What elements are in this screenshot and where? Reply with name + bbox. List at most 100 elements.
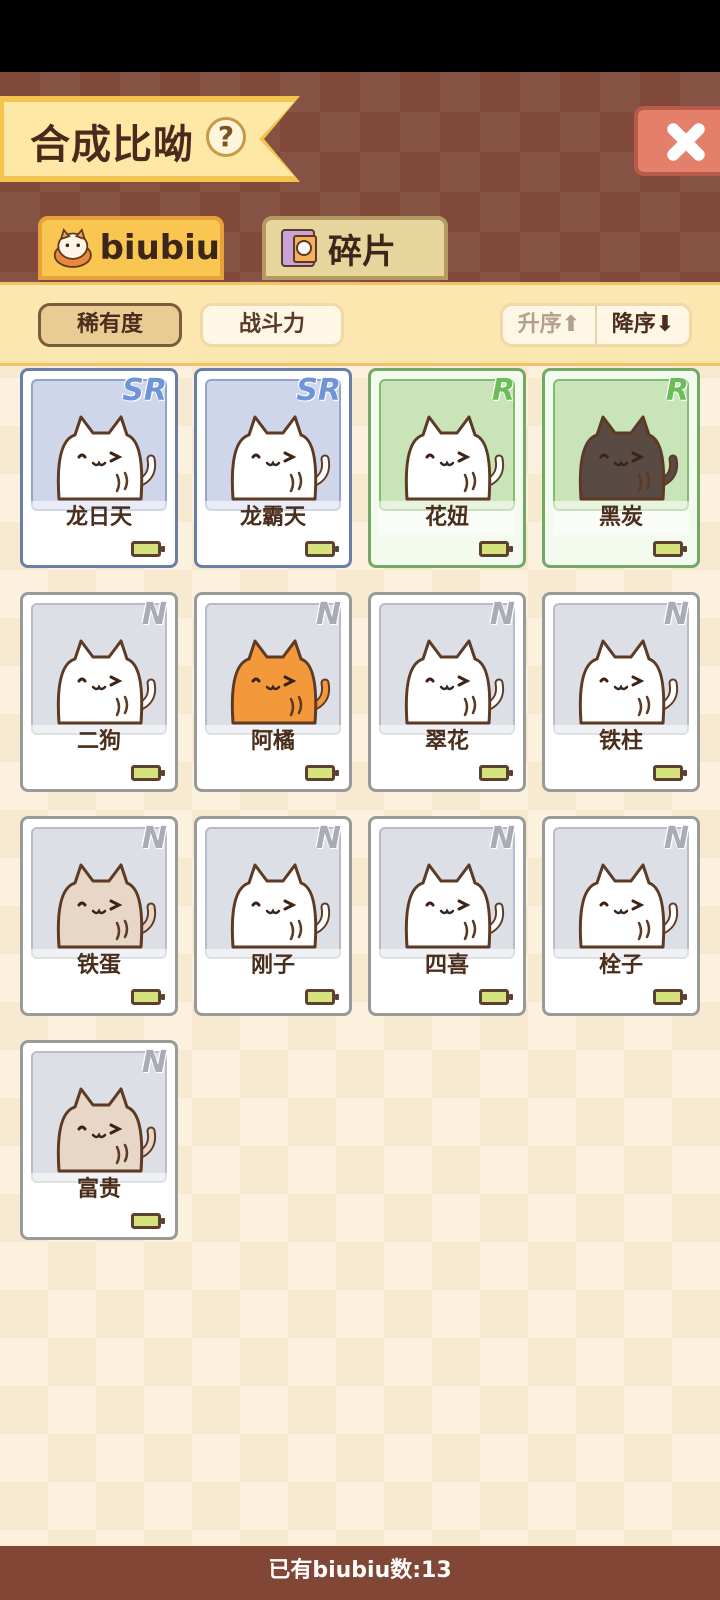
cat-icon (404, 863, 505, 949)
battery-icon (131, 1213, 165, 1229)
card-name-strip: 翠花 (379, 725, 515, 759)
battery-icon (305, 765, 339, 781)
cat-icon (578, 415, 679, 501)
sort-power-button[interactable]: 战斗力 (200, 303, 344, 347)
cat-name: 花妞 (424, 505, 469, 530)
cat-name: 龙霸天 (239, 505, 306, 530)
rarity-badge: N (141, 1045, 167, 1080)
rarity-badge: N (141, 821, 167, 856)
card-name-strip: 铁蛋 (31, 949, 167, 983)
rarity-badge: R (491, 373, 515, 408)
battery-icon (479, 541, 513, 557)
cat-card[interactable]: R 花妞 (368, 368, 526, 568)
cat-name: 黑炭 (598, 505, 643, 530)
tab-biubiu-label: biubiu (99, 228, 220, 268)
card-name-strip: 龙日天 (31, 501, 167, 535)
biubiu-count: 已有biubiu数:13 (268, 1558, 452, 1583)
cat-card[interactable]: N 富贵 (20, 1040, 178, 1240)
cat-avatar-icon (53, 228, 92, 268)
cat-icon (56, 415, 157, 501)
cat-card[interactable]: N 翠花 (368, 592, 526, 792)
descending-button[interactable]: 降序⬇ (597, 306, 689, 344)
close-button[interactable] (634, 106, 720, 176)
card-name-strip: 二狗 (31, 725, 167, 759)
cat-icon (230, 863, 331, 949)
rarity-badge: SR (122, 373, 167, 408)
battery-icon (653, 989, 687, 1005)
battery-icon (305, 541, 339, 557)
battery-icon (653, 765, 687, 781)
rarity-badge: SR (296, 373, 341, 408)
battery-icon (305, 989, 339, 1005)
cat-icon (578, 863, 679, 949)
cat-name: 刚子 (250, 953, 295, 978)
ascending-label: 升序 (517, 312, 562, 337)
card-name-strip: 富贵 (31, 1173, 167, 1207)
battery-icon (479, 989, 513, 1005)
battery-icon (131, 989, 165, 1005)
rarity-badge: N (315, 821, 341, 856)
cat-icon (230, 639, 331, 725)
rarity-badge: N (489, 597, 515, 632)
cat-card[interactable]: N 二狗 (20, 592, 178, 792)
card-name-strip: 刚子 (205, 949, 341, 983)
battery-icon (131, 541, 165, 557)
cat-icon (56, 1087, 157, 1173)
cat-name: 铁蛋 (76, 953, 121, 978)
ascending-button[interactable]: 升序⬆ (503, 306, 597, 344)
cat-name: 阿橘 (250, 729, 295, 754)
cat-name: 栓子 (598, 953, 643, 978)
cat-icon (404, 639, 505, 725)
cat-card[interactable]: N 阿橘 (194, 592, 352, 792)
fragment-icon (281, 229, 317, 267)
cat-icon (230, 415, 331, 501)
card-name-strip: 阿橘 (205, 725, 341, 759)
card-name-strip: 黑炭 (553, 501, 689, 535)
rarity-badge: N (141, 597, 167, 632)
rarity-badge: N (663, 597, 689, 632)
cat-icon (578, 639, 679, 725)
rarity-badge: N (663, 821, 689, 856)
cat-name: 铁柱 (598, 729, 643, 754)
cat-card[interactable]: SR 龙霸天 (194, 368, 352, 568)
cat-card[interactable]: SR 龙日天 (20, 368, 178, 568)
cat-name: 龙日天 (65, 505, 132, 530)
card-name-strip: 四喜 (379, 949, 515, 983)
cat-icon (56, 863, 157, 949)
cat-name: 富贵 (76, 1177, 121, 1202)
tab-fragments[interactable]: 碎片 (262, 216, 448, 280)
cat-card[interactable]: N 铁蛋 (20, 816, 178, 1016)
battery-icon (479, 765, 513, 781)
arrow-up-icon: ⬆ (561, 312, 581, 337)
battery-icon (653, 541, 687, 557)
cat-icon (404, 415, 505, 501)
rarity-badge: N (489, 821, 515, 856)
cat-card[interactable]: N 铁柱 (542, 592, 700, 792)
page-title: 合成比呦 (30, 122, 194, 168)
descending-label: 降序 (611, 312, 656, 337)
card-name-strip: 花妞 (379, 501, 515, 535)
status-bar (0, 0, 720, 72)
tab-biubiu[interactable]: biubiu (38, 216, 224, 280)
rarity-badge: N (315, 597, 341, 632)
help-button[interactable]: ? (206, 117, 246, 157)
cat-card[interactable]: N 栓子 (542, 816, 700, 1016)
cat-name: 四喜 (424, 953, 469, 978)
close-icon (664, 120, 708, 164)
card-name-strip: 栓子 (553, 949, 689, 983)
cat-card[interactable]: N 四喜 (368, 816, 526, 1016)
cat-icon (56, 639, 157, 725)
cat-name: 二狗 (76, 729, 121, 754)
order-toggle: 升序⬆ 降序⬇ (500, 303, 692, 347)
cat-card[interactable]: R 黑炭 (542, 368, 700, 568)
footer-bar: 已有biubiu数:13 (0, 1546, 720, 1600)
rarity-badge: R (665, 373, 689, 408)
cat-name: 翠花 (424, 729, 469, 754)
battery-icon (131, 765, 165, 781)
cat-card[interactable]: N 刚子 (194, 816, 352, 1016)
tab-fragments-label: 碎片 (328, 231, 396, 272)
card-name-strip: 龙霸天 (205, 501, 341, 535)
arrow-down-icon: ⬇ (655, 312, 675, 337)
card-name-strip: 铁柱 (553, 725, 689, 759)
sort-rarity-button[interactable]: 稀有度 (38, 303, 182, 347)
